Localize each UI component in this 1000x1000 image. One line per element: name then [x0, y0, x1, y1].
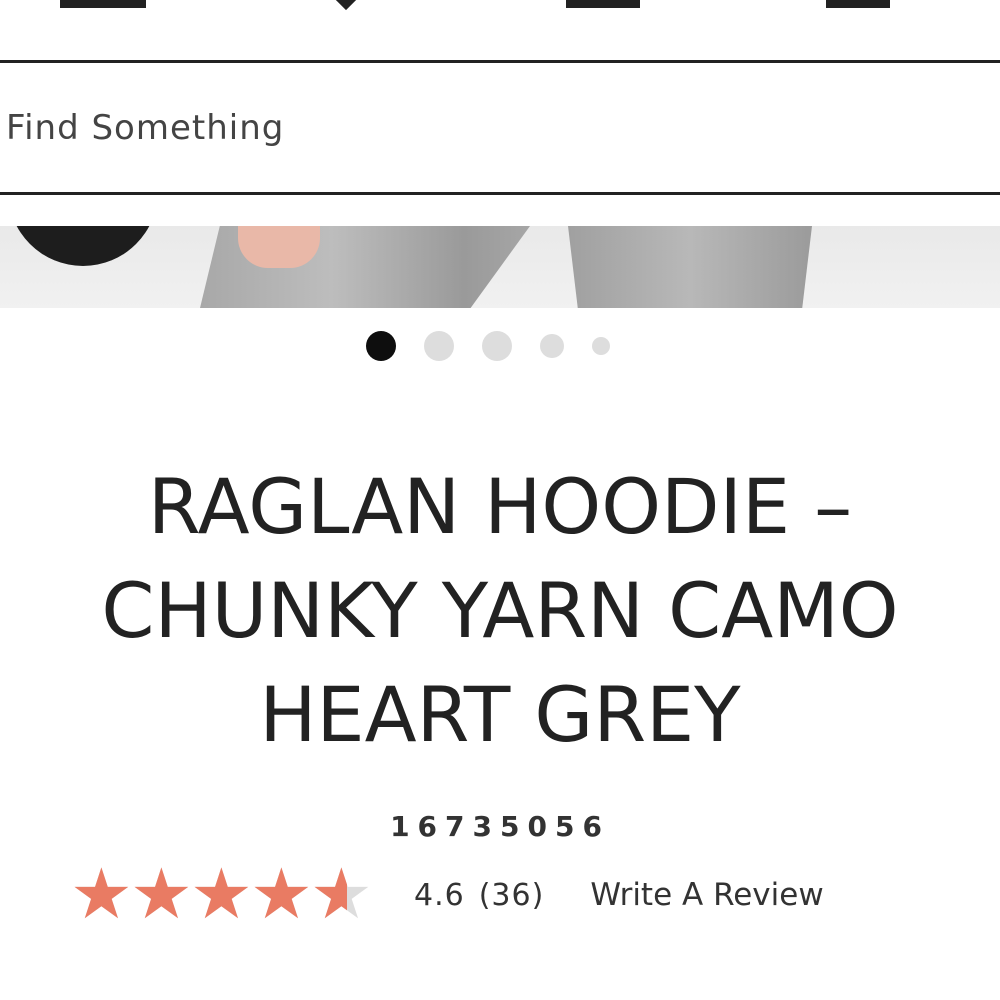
star-icon: ★ ★ — [310, 853, 373, 935]
product-title-line: CHUNKY YARN CAMO — [101, 566, 899, 655]
carousel-dot-4[interactable] — [540, 334, 564, 358]
logo-icon[interactable] — [330, 0, 374, 14]
carousel-dot-2[interactable] — [424, 331, 454, 361]
star-rating[interactable]: ★ ★ ★ ★ ★ ★ ★ ★ ★ ★ — [70, 853, 373, 935]
star-icon: ★ ★ — [190, 853, 253, 935]
product-image[interactable] — [0, 226, 1000, 308]
write-review-link[interactable]: Write A Review — [590, 877, 823, 913]
rating-row: ★ ★ ★ ★ ★ ★ ★ ★ ★ ★ 4.6 (36) Write A Review — [70, 853, 824, 935]
star-fill: ★ — [70, 863, 132, 925]
divider — [0, 192, 1000, 195]
rating-value: 4.6 — [414, 877, 465, 913]
star-icon: ★ ★ — [250, 853, 313, 935]
star-fill: ★ — [250, 863, 312, 925]
top-nav — [0, 0, 1000, 62]
star-fill: ★ — [310, 863, 348, 925]
star-icon: ★ ★ — [130, 853, 193, 935]
carousel-dot-5[interactable] — [592, 337, 610, 355]
product-title: RAGLAN HOODIE – CHUNKY YARN CAMO HEART G… — [20, 455, 980, 767]
jeans-right-leg — [568, 226, 812, 308]
search-input[interactable] — [0, 106, 908, 149]
account-icon[interactable] — [566, 0, 640, 8]
search-bar — [0, 63, 1000, 192]
bag-icon[interactable] — [826, 0, 890, 8]
hand-shape — [238, 226, 320, 268]
star-icon: ★ ★ — [70, 853, 133, 935]
carousel-dot-1[interactable] — [366, 331, 396, 361]
menu-icon[interactable] — [60, 0, 146, 8]
carousel-dot-3[interactable] — [482, 331, 512, 361]
product-sku: 16735056 — [390, 810, 610, 843]
product-page: RAGLAN HOODIE – CHUNKY YARN CAMO HEART G… — [0, 0, 1000, 1000]
product-title-line: HEART GREY — [259, 670, 741, 759]
star-fill: ★ — [130, 863, 192, 925]
review-count[interactable]: (36) — [479, 878, 545, 913]
jacket-shape — [8, 226, 158, 266]
product-title-line: RAGLAN HOODIE – — [147, 462, 853, 551]
star-fill: ★ — [190, 863, 252, 925]
carousel-dots — [366, 330, 610, 362]
